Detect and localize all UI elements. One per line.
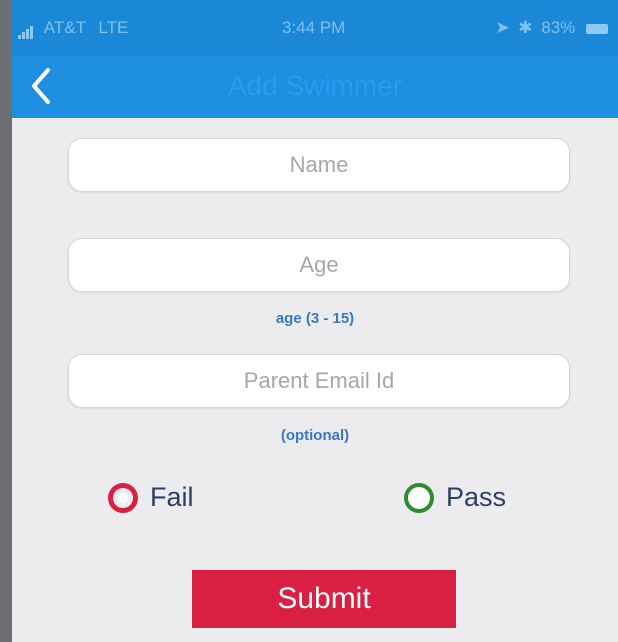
swimmer-form: Name Age age (3 - 15) Parent Email Id (o…	[12, 118, 618, 642]
pass-label: Pass	[446, 482, 507, 512]
fail-label: Fail	[150, 482, 194, 512]
submit-button[interactable]: Submit	[192, 570, 456, 628]
parent-email-placeholder: Parent Email Id	[243, 368, 395, 393]
radio-selected-icon	[108, 482, 138, 513]
email-hint: (optional)	[280, 427, 350, 444]
radio-unselected-icon	[404, 482, 434, 513]
phone-screen: AT&T LTE 3:44 PM ➤ ✱ 83% Add Swimmer Nam…	[12, 0, 618, 642]
parent-email-field[interactable]: Parent Email Id	[68, 354, 570, 408]
carrier-name: AT&T	[43, 18, 86, 37]
carrier-info: AT&T LTE	[18, 18, 128, 39]
bluetooth-icon: ✱	[518, 18, 533, 37]
name-field[interactable]: Name	[68, 138, 570, 192]
location-icon: ➤	[495, 18, 510, 37]
age-placeholder: Age	[299, 252, 339, 277]
battery-icon	[586, 23, 608, 34]
battery-percent: 83%	[541, 18, 576, 37]
pass-radio[interactable]: Pass	[404, 482, 506, 513]
name-placeholder: Name	[289, 152, 349, 177]
fail-radio[interactable]: Fail	[108, 482, 194, 513]
signal-icon	[18, 19, 34, 39]
network-type: LTE	[98, 18, 129, 37]
status-time: 3:44 PM	[282, 18, 346, 37]
status-right: ➤ ✱ 83%	[495, 18, 608, 38]
navigation-bar: Add Swimmer	[12, 56, 618, 118]
age-hint: age (3 - 15)	[275, 310, 355, 327]
age-field[interactable]: Age	[68, 238, 570, 292]
status-bar: AT&T LTE 3:44 PM ➤ ✱ 83%	[12, 0, 618, 56]
page-title: Add Swimmer	[227, 70, 403, 101]
